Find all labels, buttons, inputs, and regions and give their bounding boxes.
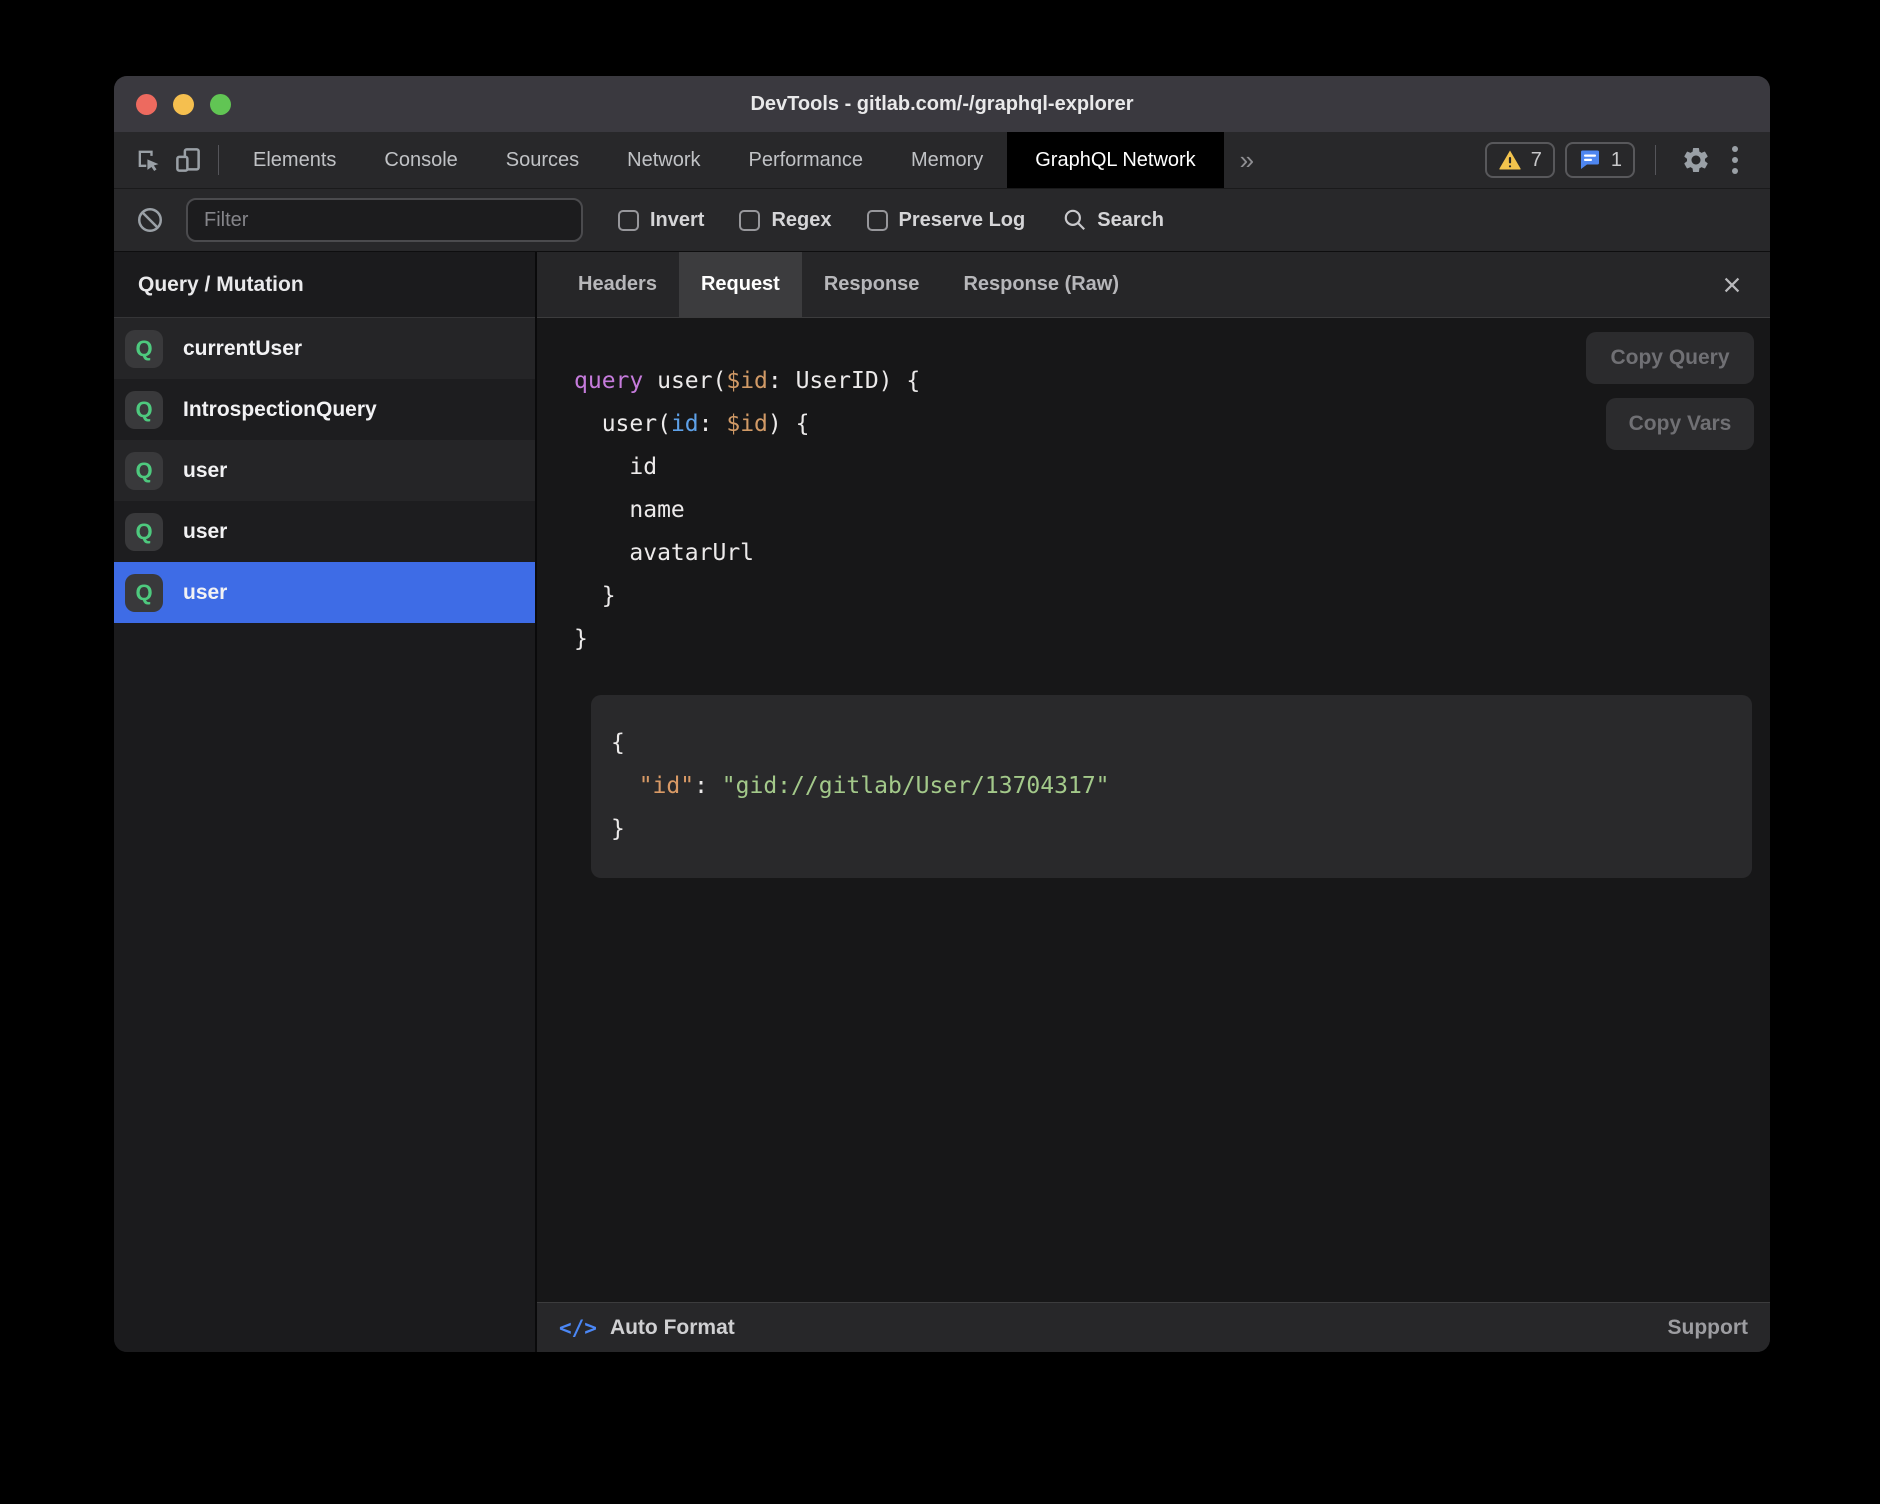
message-count: 1 xyxy=(1611,149,1622,172)
query-type-badge: Q xyxy=(125,574,163,612)
copy-query-button[interactable]: Copy Query xyxy=(1586,332,1754,384)
query-label: currentUser xyxy=(183,337,302,361)
regex-checkbox-group: Regex xyxy=(739,209,831,232)
titlebar: DevTools - gitlab.com/-/graphql-explorer xyxy=(114,76,1770,132)
code-format-icon: </> xyxy=(559,1316,597,1340)
query-type-badge: Q xyxy=(125,513,163,551)
tab-sources[interactable]: Sources xyxy=(482,132,603,188)
warning-icon xyxy=(1498,148,1522,172)
query-list-item[interactable]: Q user xyxy=(114,440,535,501)
preserve-log-label: Preserve Log xyxy=(899,209,1026,232)
tab-graphql-network[interactable]: GraphQL Network xyxy=(1007,132,1223,188)
invert-label: Invert xyxy=(650,209,704,232)
zoom-window-button[interactable] xyxy=(210,94,231,115)
preserve-log-checkbox[interactable] xyxy=(867,210,888,231)
regex-checkbox[interactable] xyxy=(739,210,760,231)
more-tabs-icon[interactable]: » xyxy=(1224,132,1270,188)
message-icon xyxy=(1578,148,1602,172)
request-content: Copy Query Copy Vars query user($id: Use… xyxy=(537,318,1770,1302)
search-control[interactable]: Search xyxy=(1062,207,1164,233)
query-type-badge: Q xyxy=(125,330,163,368)
sidebar-header: Query / Mutation xyxy=(114,252,535,318)
tab-response[interactable]: Response xyxy=(802,252,942,317)
auto-format-button[interactable]: Auto Format xyxy=(610,1316,735,1340)
preserve-log-checkbox-group: Preserve Log xyxy=(867,209,1026,232)
inspect-element-icon[interactable] xyxy=(128,132,168,188)
query-sidebar: Query / Mutation Q currentUser Q Introsp… xyxy=(114,252,537,1352)
warning-count: 7 xyxy=(1531,149,1542,172)
query-variables-code: { "id": "gid://gitlab/User/13704317"} xyxy=(611,722,1732,851)
minimize-window-button[interactable] xyxy=(173,94,194,115)
tab-performance[interactable]: Performance xyxy=(725,132,888,188)
query-type-badge: Q xyxy=(125,452,163,490)
warnings-badge[interactable]: 7 xyxy=(1485,142,1555,178)
query-list-item[interactable]: Q currentUser xyxy=(114,318,535,379)
query-list-item[interactable]: Q IntrospectionQuery xyxy=(114,379,535,440)
query-label: IntrospectionQuery xyxy=(183,398,377,422)
tab-request[interactable]: Request xyxy=(679,252,802,317)
window-title: DevTools - gitlab.com/-/graphql-explorer xyxy=(750,93,1133,116)
query-variables-card: { "id": "gid://gitlab/User/13704317"} xyxy=(591,695,1752,878)
detail-tabs: Headers Request Response Response (Raw) xyxy=(537,252,1770,318)
detail-panel: Headers Request Response Response (Raw) … xyxy=(537,252,1770,1352)
query-label: user xyxy=(183,581,227,605)
device-toolbar-icon[interactable] xyxy=(168,132,208,188)
query-label: user xyxy=(183,520,227,544)
close-panel-button[interactable] xyxy=(1712,252,1752,318)
query-list-item[interactable]: Q user xyxy=(114,501,535,562)
panel-footer: </> Auto Format Support xyxy=(537,1302,1770,1352)
tab-response-raw[interactable]: Response (Raw) xyxy=(941,252,1141,317)
search-label: Search xyxy=(1097,209,1164,232)
invert-checkbox[interactable] xyxy=(618,210,639,231)
query-type-badge: Q xyxy=(125,391,163,429)
filter-input[interactable] xyxy=(186,198,583,242)
tab-console[interactable]: Console xyxy=(360,132,481,188)
issues-badge[interactable]: 1 xyxy=(1565,142,1635,178)
devtools-window: DevTools - gitlab.com/-/graphql-explorer… xyxy=(114,76,1770,1352)
tab-headers[interactable]: Headers xyxy=(556,252,679,317)
close-icon xyxy=(1721,274,1743,296)
tab-network[interactable]: Network xyxy=(603,132,724,188)
main-area: Query / Mutation Q currentUser Q Introsp… xyxy=(114,252,1770,1352)
close-window-button[interactable] xyxy=(136,94,157,115)
query-list-item-selected[interactable]: Q user xyxy=(114,562,535,623)
invert-checkbox-group: Invert xyxy=(618,209,704,232)
regex-label: Regex xyxy=(771,209,831,232)
clear-block-icon[interactable] xyxy=(130,205,170,235)
settings-gear-icon[interactable] xyxy=(1676,145,1716,175)
tab-elements[interactable]: Elements xyxy=(229,132,360,188)
copy-vars-button[interactable]: Copy Vars xyxy=(1606,398,1754,450)
filter-bar: Invert Regex Preserve Log Search xyxy=(114,189,1770,252)
query-label: user xyxy=(183,459,227,483)
toolbar-separator-2 xyxy=(1655,145,1656,175)
tab-memory[interactable]: Memory xyxy=(887,132,1007,188)
more-options-icon[interactable] xyxy=(1726,146,1744,174)
search-icon xyxy=(1062,207,1088,233)
toolbar-separator xyxy=(218,145,219,175)
devtools-toolbar: Elements Console Sources Network Perform… xyxy=(114,132,1770,189)
support-link[interactable]: Support xyxy=(1668,1316,1748,1340)
traffic-lights xyxy=(136,76,231,132)
